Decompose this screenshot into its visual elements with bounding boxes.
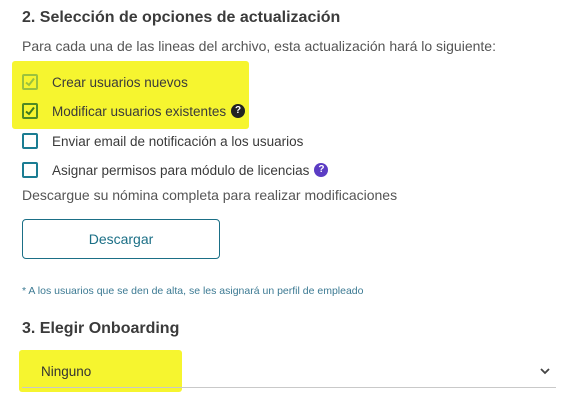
license-permissions-label: Asignar permisos para módulo de licencia… <box>52 162 310 178</box>
checkmark-icon <box>25 106 35 116</box>
section-2-title: 2. Selección de opciones de actualizació… <box>22 9 341 26</box>
onboarding-select[interactable]: Ninguno <box>22 356 556 388</box>
upload-options-page: 2. Selección de opciones de actualizació… <box>0 0 571 402</box>
checkmark-icon <box>25 77 35 87</box>
option-modify-users[interactable]: Modificar usuarios existentes ? <box>22 101 246 121</box>
section-3-title: 3. Elegir Onboarding <box>22 320 180 337</box>
question-circle-icon[interactable]: ? <box>231 104 246 118</box>
option-send-email[interactable]: Enviar email de notificación a los usuar… <box>22 131 303 151</box>
onboarding-select-value: Ninguno <box>41 364 92 379</box>
download-button[interactable]: Descargar <box>22 219 220 259</box>
download-instructions: Descargue su nómina completa para realiz… <box>22 187 398 203</box>
send-email-checkbox[interactable] <box>22 133 38 149</box>
chevron-down-icon[interactable] <box>538 364 552 378</box>
profile-note: * A los usuarios que se den de alta, se … <box>22 285 364 297</box>
option-create-users[interactable]: Crear usuarios nuevos <box>22 72 188 92</box>
section-2-intro: Para cada una de las lineas del archivo,… <box>22 38 496 54</box>
option-license-permissions[interactable]: Asignar permisos para módulo de licencia… <box>22 160 329 180</box>
send-email-label: Enviar email de notificación a los usuar… <box>52 133 304 149</box>
license-permissions-checkbox[interactable] <box>22 162 38 178</box>
question-circle-icon[interactable]: ? <box>314 163 329 177</box>
modify-users-label: Modificar usuarios existentes <box>52 103 227 119</box>
create-users-checkbox[interactable] <box>22 74 38 90</box>
create-users-label: Crear usuarios nuevos <box>52 74 188 90</box>
modify-users-checkbox[interactable] <box>22 103 38 119</box>
